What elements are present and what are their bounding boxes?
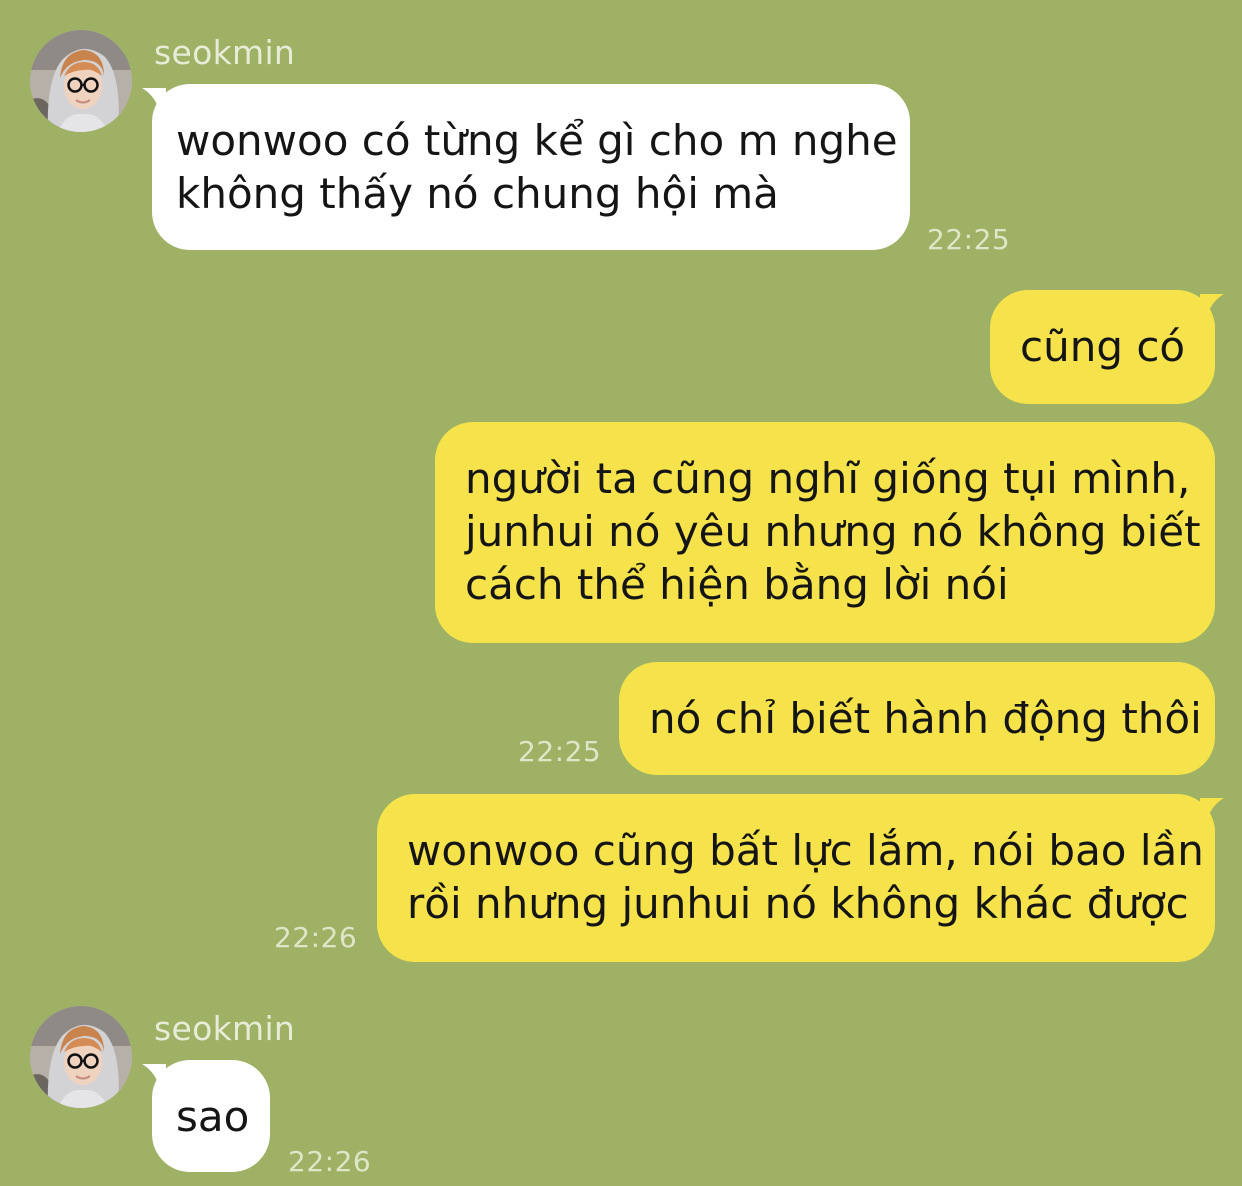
message-line: cách thể hiện bằng lời nói [465,560,1009,609]
message-bubble-incoming[interactable]: wonwoo có từng kể gì cho m nghe không th… [152,84,910,250]
message-timestamp: 22:25 [518,735,602,768]
contact-avatar[interactable] [30,1006,132,1108]
message-timestamp: 22:26 [288,1145,372,1178]
message-bubble-incoming[interactable]: sao [152,1060,270,1172]
message-line: rồi nhưng junhui nó không khác được [407,879,1189,928]
message-line: junhui nó yêu nhưng nó không biết [465,507,1201,556]
sender-name: seokmin [154,1009,296,1048]
message-line: người ta cũng nghĩ giống tụi mình, [465,454,1191,503]
message-line: không thấy nó chung hội mà [176,169,779,218]
message-bubble-outgoing[interactable]: cũng có [990,290,1215,404]
message-bubble-outgoing[interactable]: người ta cũng nghĩ giống tụi mình, junhu… [435,422,1215,643]
sender-name: seokmin [154,33,296,72]
message-line: wonwoo cũng bất lực lắm, nói bao lần [407,826,1204,875]
message-timestamp: 22:25 [927,223,1011,256]
contact-avatar[interactable] [30,30,132,132]
message-timestamp: 22:26 [274,921,358,954]
message-bubble-outgoing[interactable]: wonwoo cũng bất lực lắm, nói bao lần rồi… [377,794,1215,962]
message-line: sao [176,1092,250,1141]
message-line: cũng có [1020,322,1186,371]
message-line: wonwoo có từng kể gì cho m nghe [176,116,898,165]
message-line: nó chỉ biết hành động thôi [649,694,1202,743]
message-bubble-outgoing[interactable]: nó chỉ biết hành động thôi [619,662,1215,775]
